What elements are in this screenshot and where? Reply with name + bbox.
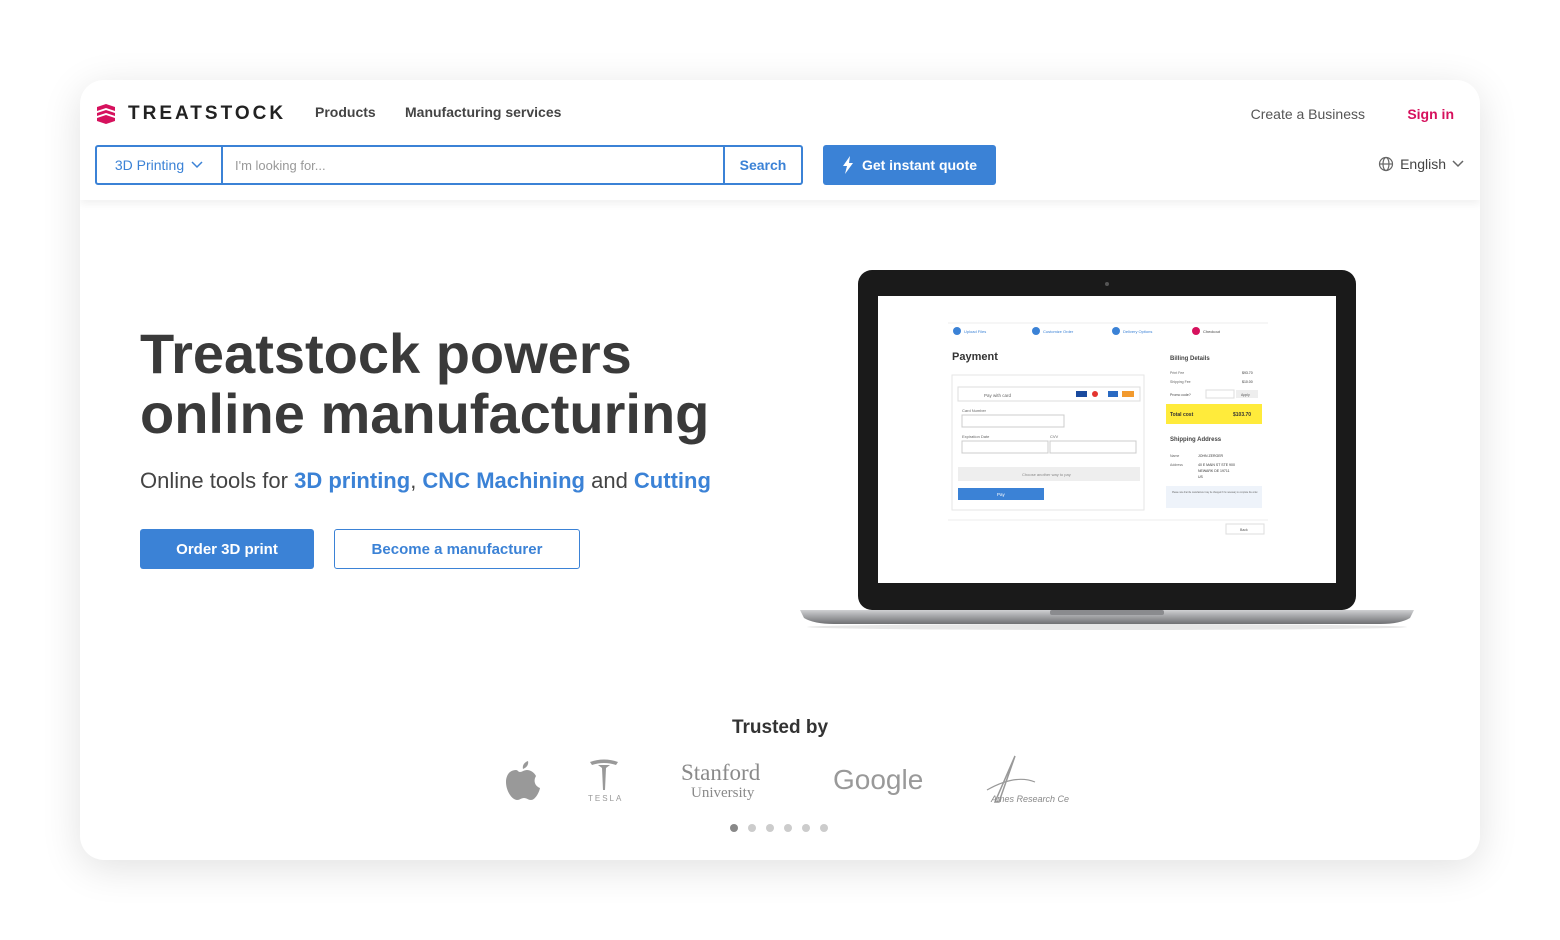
carousel-dot[interactable]	[748, 824, 756, 832]
create-business-link[interactable]: Create a Business	[1251, 106, 1365, 122]
chevron-down-icon	[191, 161, 203, 169]
google-wordmark: Google	[833, 764, 923, 795]
instant-quote-label: Get instant quote	[861, 157, 978, 173]
order-3d-print-button[interactable]: Order 3D print	[140, 529, 314, 569]
screen-choose-another: Choose another way to pay	[1022, 472, 1071, 477]
screen-shipping-fee: Shipping Fee	[1170, 380, 1191, 384]
hero-title: Treatstock powers online manufacturing	[140, 324, 790, 444]
screen-shipping-title: Shipping Address	[1170, 437, 1222, 443]
screen-total-label: Total cost	[1170, 412, 1194, 418]
step-checkout: Checkout	[1203, 329, 1221, 334]
tesla-wordmark: TESLA	[588, 794, 623, 803]
screen-pay-with-card: Pay with card	[984, 393, 1012, 398]
stanford-wordmark: Stanford	[681, 760, 761, 785]
carousel-dot[interactable]	[802, 824, 810, 832]
nav-manufacturing-services[interactable]: Manufacturing services	[405, 104, 561, 120]
carousel-dots	[730, 824, 828, 832]
brand-logo[interactable]: TREATSTOCK	[94, 102, 286, 126]
search-category-select[interactable]: 3D Printing	[97, 147, 223, 183]
screen-print-fee-val: $93.70	[1242, 371, 1253, 375]
search-bar: 3D Printing Search	[95, 145, 803, 185]
main-card: TREATSTOCK Products Manufacturing servic…	[80, 80, 1480, 860]
tesla-logo-icon: TESLA	[588, 759, 623, 803]
screen-name-val: JOHN ZERGER	[1198, 454, 1224, 458]
become-manufacturer-button[interactable]: Become a manufacturer	[334, 529, 580, 569]
screen-address-val: 40 E MAIN ST STE 900	[1198, 463, 1235, 467]
sign-in-link[interactable]: Sign in	[1407, 106, 1454, 122]
search-category-label: 3D Printing	[114, 157, 185, 173]
language-selector[interactable]: English	[1378, 156, 1464, 172]
hero-sub-prefix: Online tools for	[140, 468, 295, 493]
screen-name-label: Name	[1170, 454, 1179, 458]
chevron-down-icon	[1452, 160, 1464, 168]
hero-title-line2: online manufacturing	[140, 382, 710, 445]
stanford-university-wordmark: University	[691, 785, 755, 801]
screen-print-fee: Print Fee	[1170, 371, 1184, 375]
carousel-dot[interactable]	[820, 824, 828, 832]
link-cnc-machining[interactable]: CNC Machining	[422, 468, 585, 493]
ames-wordmark: Ames Research Ce	[990, 794, 1069, 804]
treatstock-logo-icon	[97, 104, 115, 124]
link-cutting[interactable]: Cutting	[634, 468, 711, 493]
screen-address-val2: NEWARK DE 19711	[1198, 469, 1230, 473]
nasa-ames-logo-icon: Ames Research Ce	[986, 755, 1069, 804]
hero-sub-sep: ,	[410, 468, 423, 493]
hero-sub-and: and	[584, 468, 634, 493]
screen-apply: Apply	[1241, 393, 1250, 397]
screen-payment-title: Payment	[952, 351, 998, 363]
screen-promo: Promo code?	[1170, 393, 1191, 397]
search-button[interactable]: Search	[723, 147, 801, 183]
screen-back: Back	[1240, 528, 1248, 532]
carousel-dot[interactable]	[730, 824, 738, 832]
screen-shipping-fee-val: $10.00	[1242, 380, 1253, 384]
brand-name: TREATSTOCK	[128, 103, 287, 124]
partner-logos: TESLA Stanford University Google Ames Re…	[506, 755, 1069, 804]
site-header: TREATSTOCK Products Manufacturing servic…	[80, 80, 1480, 200]
hero-title-line1: Treatstock powers	[140, 322, 632, 385]
globe-icon	[1378, 156, 1394, 172]
language-label: English	[1400, 156, 1446, 172]
link-3d-printing[interactable]: 3D printing	[294, 468, 410, 493]
screen-note: Please note that the manufacturer may be…	[1172, 490, 1258, 494]
step-upload-files: Upload Files	[964, 329, 986, 334]
screen-expiration: Expiration Date	[962, 434, 990, 439]
lightning-icon	[842, 156, 853, 174]
carousel-dot[interactable]	[766, 824, 774, 832]
carousel-dot[interactable]	[784, 824, 792, 832]
apple-logo-icon	[506, 761, 540, 800]
screen-cvv: CVV	[1050, 434, 1059, 439]
screen-address-label: Address	[1170, 463, 1183, 467]
screen-pay-button: Pay	[997, 492, 1006, 497]
hero-subtitle: Online tools for 3D printing, CNC Machin…	[140, 468, 711, 494]
screen-address-val3: US	[1198, 475, 1204, 479]
screen-billing-title: Billing Details	[1170, 356, 1210, 362]
nav-products[interactable]: Products	[315, 104, 376, 120]
trusted-by-title: Trusted by	[731, 717, 829, 738]
step-delivery-options: Delivery Options	[1123, 329, 1152, 334]
step-customize-order: Customize Order	[1043, 329, 1074, 334]
instant-quote-button[interactable]: Get instant quote	[823, 145, 996, 185]
screen-card-number: Card Number	[962, 408, 987, 413]
laptop-illustration: Upload Files Customize Order Delivery Op…	[800, 270, 1414, 630]
screen-total-val: $103.70	[1233, 412, 1251, 418]
search-input[interactable]	[223, 147, 723, 183]
